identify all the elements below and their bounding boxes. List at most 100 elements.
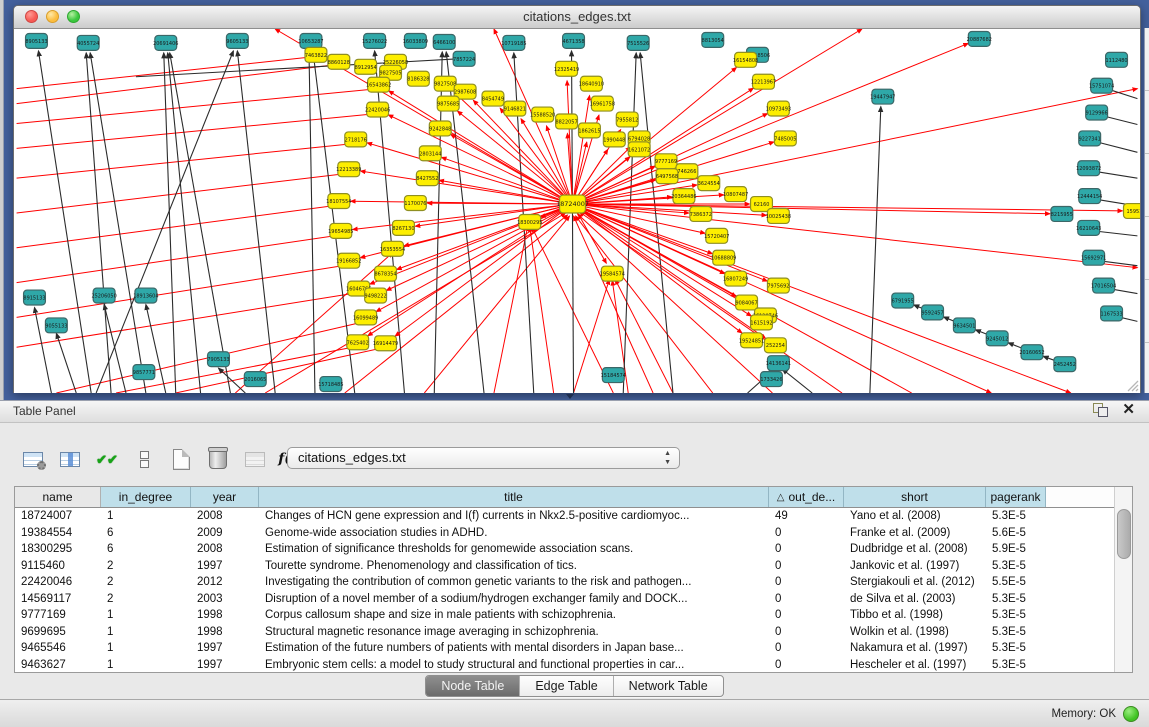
graph-node-label: 10653287	[298, 39, 323, 45]
graph-edge[interactable]	[265, 213, 565, 393]
network-window[interactable]: citations_edges.txt 18724007183002958905…	[13, 5, 1141, 393]
graph-edge[interactable]	[17, 205, 339, 248]
table-cell: 5.3E-5	[986, 626, 1046, 638]
column-header-out_de[interactable]: △out_de...	[769, 487, 844, 507]
split-pane-handle[interactable]	[563, 393, 577, 400]
table-row[interactable]: 1872400712008Changes of HCN gene express…	[15, 508, 1132, 525]
graph-node-label: 15588520	[530, 113, 555, 119]
memory-status-label: Memory: OK	[1051, 708, 1116, 720]
table-cell: 2003	[191, 593, 259, 605]
close-panel-icon[interactable]: ✕	[1122, 403, 1135, 417]
graph-edge[interactable]	[424, 216, 569, 393]
graph-edge[interactable]	[38, 51, 91, 393]
table-row[interactable]: 911546021997Tourette syndrome. Phenomeno…	[15, 558, 1132, 575]
table-cell: 5.5E-5	[986, 576, 1046, 588]
tab-node-table[interactable]: Node Table	[426, 676, 520, 696]
graph-edge[interactable]	[530, 227, 554, 393]
graph-node-label: 15184574	[601, 373, 626, 379]
table-row[interactable]: 977716911998Corpus callosum shape and si…	[15, 607, 1132, 624]
background-window-edge	[1144, 28, 1149, 393]
graph-edge[interactable]	[17, 293, 359, 348]
table-cell: 2	[101, 560, 191, 572]
graph-edge[interactable]	[576, 216, 713, 393]
table-cell: Yano et al. (2008)	[844, 510, 986, 522]
table-cell: 0	[769, 659, 844, 671]
graph-edge[interactable]	[367, 143, 565, 202]
row-ops-icon[interactable]	[131, 447, 157, 471]
graph-node-label: 8186328	[407, 77, 429, 83]
table-scrollbar[interactable]	[1114, 487, 1132, 672]
delete-trash-icon[interactable]	[205, 447, 231, 471]
graph-node-label: 9634501	[953, 323, 975, 329]
graph-edge[interactable]	[1094, 171, 1138, 178]
graph-edge[interactable]	[572, 51, 574, 393]
graph-node-label: 16154808	[733, 58, 758, 64]
graph-edge[interactable]	[309, 51, 315, 393]
column-header-year[interactable]: year	[191, 487, 259, 507]
table-row[interactable]: 1456911722003Disruption of a novel membe…	[15, 591, 1132, 608]
graph-node-label: 18724007	[556, 200, 589, 208]
tab-network-table[interactable]: Network Table	[614, 676, 723, 696]
network-canvas[interactable]: 1872400718300295890513340557242069140696…	[14, 29, 1140, 393]
graph-edge[interactable]	[164, 53, 176, 393]
table-row[interactable]: 946554611997Estimation of the future num…	[15, 640, 1132, 657]
column-header-short[interactable]: short	[844, 487, 986, 507]
float-panel-icon[interactable]	[1093, 403, 1108, 417]
graph-node-label: 7905133	[207, 357, 229, 363]
table-selector-dropdown[interactable]: citations_edges.txt ▲▼	[287, 447, 680, 469]
window-titlebar[interactable]: citations_edges.txt	[14, 6, 1140, 29]
scrollbar-thumb[interactable]	[1117, 509, 1131, 559]
table-cell: 19384554	[15, 527, 101, 539]
table-cell: 5.3E-5	[986, 659, 1046, 671]
table-cell: 22420046	[15, 576, 101, 588]
table-row[interactable]: 2242004622012Investigating the contribut…	[15, 574, 1132, 591]
tab-edge-table[interactable]: Edge Table	[520, 676, 613, 696]
column-header-title[interactable]: title	[259, 487, 769, 507]
table-row[interactable]: 1830029562008Estimation of significance …	[15, 541, 1132, 558]
close-window-button[interactable]	[25, 10, 38, 23]
graph-edge[interactable]	[388, 115, 565, 201]
show-columns-icon[interactable]	[57, 447, 83, 471]
graph-node-label: 14136141	[766, 361, 791, 367]
window-resize-grip[interactable]	[1126, 379, 1139, 392]
graph-node-label: 15276022	[362, 39, 387, 45]
graph-edge[interactable]	[17, 235, 341, 283]
column-header-name[interactable]: name	[15, 487, 101, 507]
sort-ascending-icon: △	[777, 492, 785, 503]
graph-edge[interactable]	[782, 369, 812, 393]
graph-edge[interactable]	[237, 51, 275, 393]
table-settings-icon[interactable]	[20, 447, 46, 471]
graph-node-label: 2016065	[244, 377, 266, 383]
graph-edge[interactable]	[17, 143, 356, 178]
graph-edge[interactable]	[168, 53, 201, 393]
new-document-icon[interactable]	[168, 447, 194, 471]
table-cell: 9465546	[15, 642, 101, 654]
graph-node-label: 20691406	[153, 41, 178, 47]
graph-node-label: 8905133	[25, 39, 47, 45]
column-header-in_degree[interactable]: in_degree	[101, 487, 191, 507]
graph-edge[interactable]	[573, 89, 1138, 204]
zoom-window-button[interactable]	[67, 10, 80, 23]
table-cell: 14569117	[15, 593, 101, 605]
network-graph[interactable]: 1872400718300295890513340557242069140696…	[14, 29, 1140, 393]
graph-node-label: 16543862	[366, 83, 391, 89]
minimize-window-button[interactable]	[46, 10, 59, 23]
graph-node-label: 9875685	[437, 102, 459, 108]
graph-edge[interactable]	[870, 107, 881, 393]
column-header-pagerank[interactable]: pagerank	[986, 487, 1046, 507]
graph-node-label: 8678354	[374, 272, 396, 278]
table-row[interactable]: 1938455462009Genome-wide association stu…	[15, 525, 1132, 542]
graph-edge[interactable]	[56, 333, 76, 393]
table-cell: 2012	[191, 576, 259, 588]
graph-node-label: 252254	[766, 343, 785, 349]
graph-node-label: 15751074	[1089, 84, 1114, 90]
memory-status-icon[interactable]	[1123, 706, 1139, 722]
table-row[interactable]: 969969511998Structural magnetic resonanc…	[15, 624, 1132, 641]
table-row[interactable]: 946362711997Embryonic stem cells: a mode…	[15, 657, 1132, 674]
graph-edge[interactable]	[345, 215, 568, 393]
table-cell: 0	[769, 642, 844, 654]
table-cell: 1997	[191, 642, 259, 654]
graph-edge[interactable]	[17, 265, 349, 318]
select-rows-icon[interactable]: ✔✔	[94, 447, 120, 471]
graph-edge[interactable]	[218, 368, 245, 393]
